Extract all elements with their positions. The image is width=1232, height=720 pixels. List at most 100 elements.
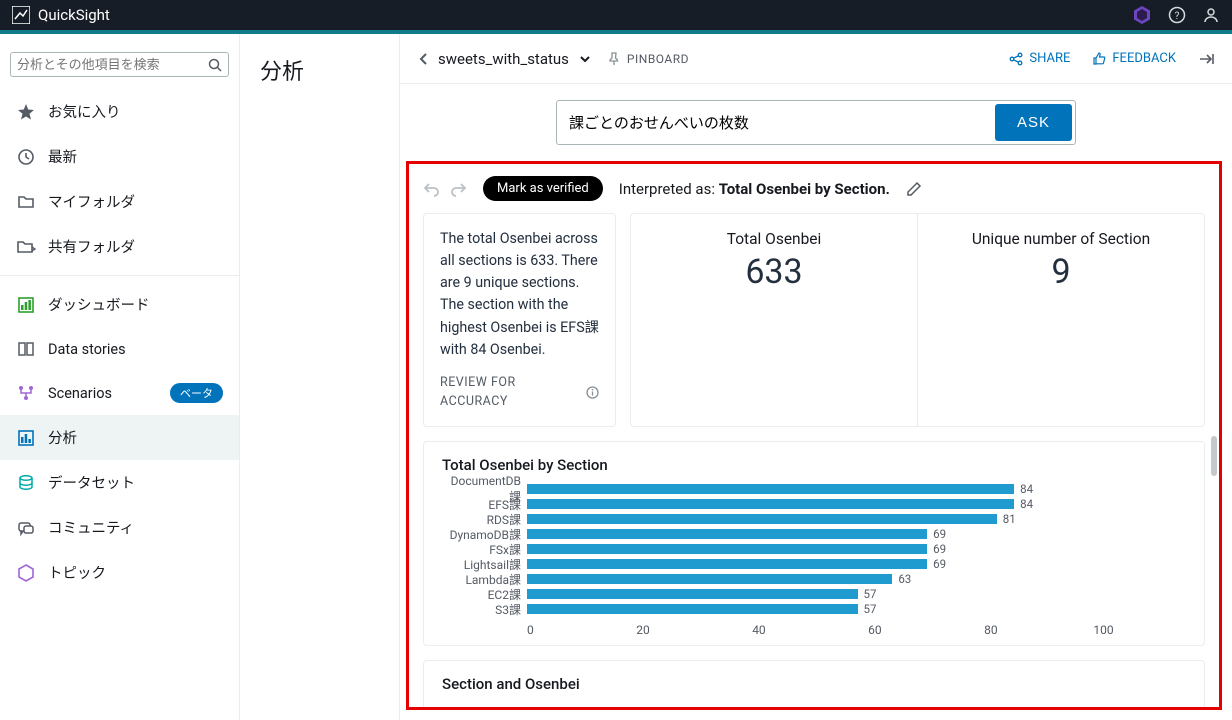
bar-row: DynamoDB課69 <box>442 527 1186 542</box>
axis-tick: 20 <box>534 623 650 637</box>
feedback-button[interactable]: FEEDBACK <box>1092 51 1176 66</box>
clock-icon <box>16 147 36 167</box>
community-icon <box>16 518 36 538</box>
undo-icon[interactable] <box>423 181 441 197</box>
redo-icon[interactable] <box>449 181 467 197</box>
sidebar-label: Scenarios <box>48 385 112 402</box>
x-axis: 020406080100 <box>442 623 1186 637</box>
sidebar-item-analysis[interactable]: 分析 <box>0 415 239 460</box>
kpi-total-osenbei: Total Osenbei 633 <box>631 214 917 426</box>
bar-row: Lightsail課69 <box>442 557 1186 572</box>
main-toolbar: sweets_with_status PINBOARD SHARE FEEDBA… <box>400 34 1232 84</box>
main-panel: sweets_with_status PINBOARD SHARE FEEDBA… <box>400 34 1232 720</box>
bar-track: 69 <box>527 527 1186 541</box>
chart-card: Total Osenbei by Section DocumentDB課84EF… <box>423 441 1205 646</box>
dropdown-icon[interactable] <box>579 55 591 63</box>
bar-row: Lambda課63 <box>442 572 1186 587</box>
axis-tick: 0 <box>527 623 534 637</box>
sidebar-item-datastories[interactable]: Data stories <box>0 327 239 371</box>
bar-value: 63 <box>898 572 911 586</box>
sidebar-item-recent[interactable]: 最新 <box>0 134 239 179</box>
expand-icon[interactable] <box>1198 52 1214 66</box>
pin-icon <box>607 52 621 66</box>
share-button[interactable]: SHARE <box>1009 51 1070 66</box>
logo[interactable]: QuickSight <box>12 6 110 24</box>
share-label: SHARE <box>1029 51 1070 66</box>
sidebar-label: 分析 <box>48 427 77 448</box>
sidebar-item-scenarios[interactable]: Scenarios ベータ <box>0 371 239 415</box>
kpi-card: Total Osenbei 633 Unique number of Secti… <box>630 213 1205 427</box>
bar-row: EC2課57 <box>442 587 1186 602</box>
pinboard-label: PINBOARD <box>627 52 689 66</box>
edit-icon[interactable] <box>906 181 922 197</box>
sidebar-label: 共有フォルダ <box>48 236 135 257</box>
sidebar-item-favorites[interactable]: お気に入り <box>0 89 239 134</box>
bar-fill <box>527 559 927 569</box>
app-header: QuickSight ? <box>0 0 1232 30</box>
scrollbar-thumb[interactable] <box>1211 436 1217 476</box>
narrative-text: The total Osenbei across all sections is… <box>440 228 599 361</box>
dataset-icon <box>16 473 36 493</box>
sidebar-label: Data stories <box>48 341 126 358</box>
table-title: Section and Osenbei <box>442 675 1186 693</box>
feedback-label: FEEDBACK <box>1112 51 1176 66</box>
axis-tick: 60 <box>766 623 882 637</box>
review-accuracy[interactable]: REVIEW FOR ACCURACY <box>440 373 599 412</box>
bar-fill <box>527 589 858 599</box>
bar-fill <box>527 514 997 524</box>
col-osenbei: Osenbei <box>442 707 712 710</box>
page-title: 分析 <box>260 54 379 86</box>
user-icon[interactable] <box>1202 6 1220 24</box>
ask-input[interactable] <box>557 104 992 141</box>
search-input[interactable] <box>17 57 208 72</box>
ask-button[interactable]: ASK <box>995 104 1072 141</box>
sidebar-item-topic[interactable]: トピック <box>0 550 239 595</box>
bar-chart: DocumentDB課84EFS課84RDS課81DynamoDB課69FSx課… <box>442 482 1186 617</box>
bar-fill <box>527 604 858 614</box>
sidebar-label: データセット <box>48 472 135 493</box>
bar-track: 57 <box>527 602 1186 616</box>
bar-track: 84 <box>527 497 1186 511</box>
sidebar-label: ダッシュボード <box>48 294 150 315</box>
bar-track: 81 <box>527 512 1186 526</box>
ask-box: ASK <box>556 100 1076 145</box>
bar-fill <box>527 574 892 584</box>
ask-row: ASK <box>400 84 1232 161</box>
bar-fill <box>527 499 1014 509</box>
search-box[interactable] <box>10 52 229 77</box>
book-icon <box>16 339 36 359</box>
sidebar-item-dashboard[interactable]: ダッシュボード <box>0 282 239 327</box>
help-icon[interactable]: ? <box>1168 6 1186 24</box>
info-icon <box>586 386 599 399</box>
left-sidebar: お気に入り 最新 マイフォルダ 共有フォルダ ダッシュボード Data stor… <box>0 34 240 720</box>
divider <box>0 275 239 276</box>
bar-row: S3課57 <box>442 602 1186 617</box>
axis-tick: 100 <box>998 623 1114 637</box>
analysis-icon <box>16 428 36 448</box>
sidebar-item-myfolder[interactable]: マイフォルダ <box>0 179 239 224</box>
mark-verified-button[interactable]: Mark as verified <box>483 176 603 201</box>
pinboard-button[interactable]: PINBOARD <box>607 52 689 66</box>
sidebar-item-dataset[interactable]: データセット <box>0 460 239 505</box>
sidebar-item-community[interactable]: コミュニティ <box>0 505 239 550</box>
beta-badge: ベータ <box>170 383 223 403</box>
bar-label: S3課 <box>442 601 527 618</box>
sidebar-label: お気に入り <box>48 101 121 122</box>
breadcrumb[interactable]: sweets_with_status <box>418 50 591 68</box>
bar-track: 57 <box>527 587 1186 601</box>
bar-track: 84 <box>527 482 1186 496</box>
q-badge-icon[interactable] <box>1132 5 1152 25</box>
thumbsup-icon <box>1092 52 1106 66</box>
axis-tick: 80 <box>882 623 998 637</box>
sidebar-item-sharedfolder[interactable]: 共有フォルダ <box>0 224 239 269</box>
bar-fill <box>527 529 927 539</box>
bar-row: EFS課84 <box>442 497 1186 512</box>
back-icon[interactable] <box>418 52 428 66</box>
sidebar-label: トピック <box>48 562 106 583</box>
axis-tick: 40 <box>650 623 766 637</box>
verify-row: Mark as verified Interpreted as: Total O… <box>423 176 1205 201</box>
app-name: QuickSight <box>38 6 110 24</box>
topic-name: sweets_with_status <box>438 50 569 68</box>
bar-track: 69 <box>527 557 1186 571</box>
sidebar-label: 最新 <box>48 146 77 167</box>
